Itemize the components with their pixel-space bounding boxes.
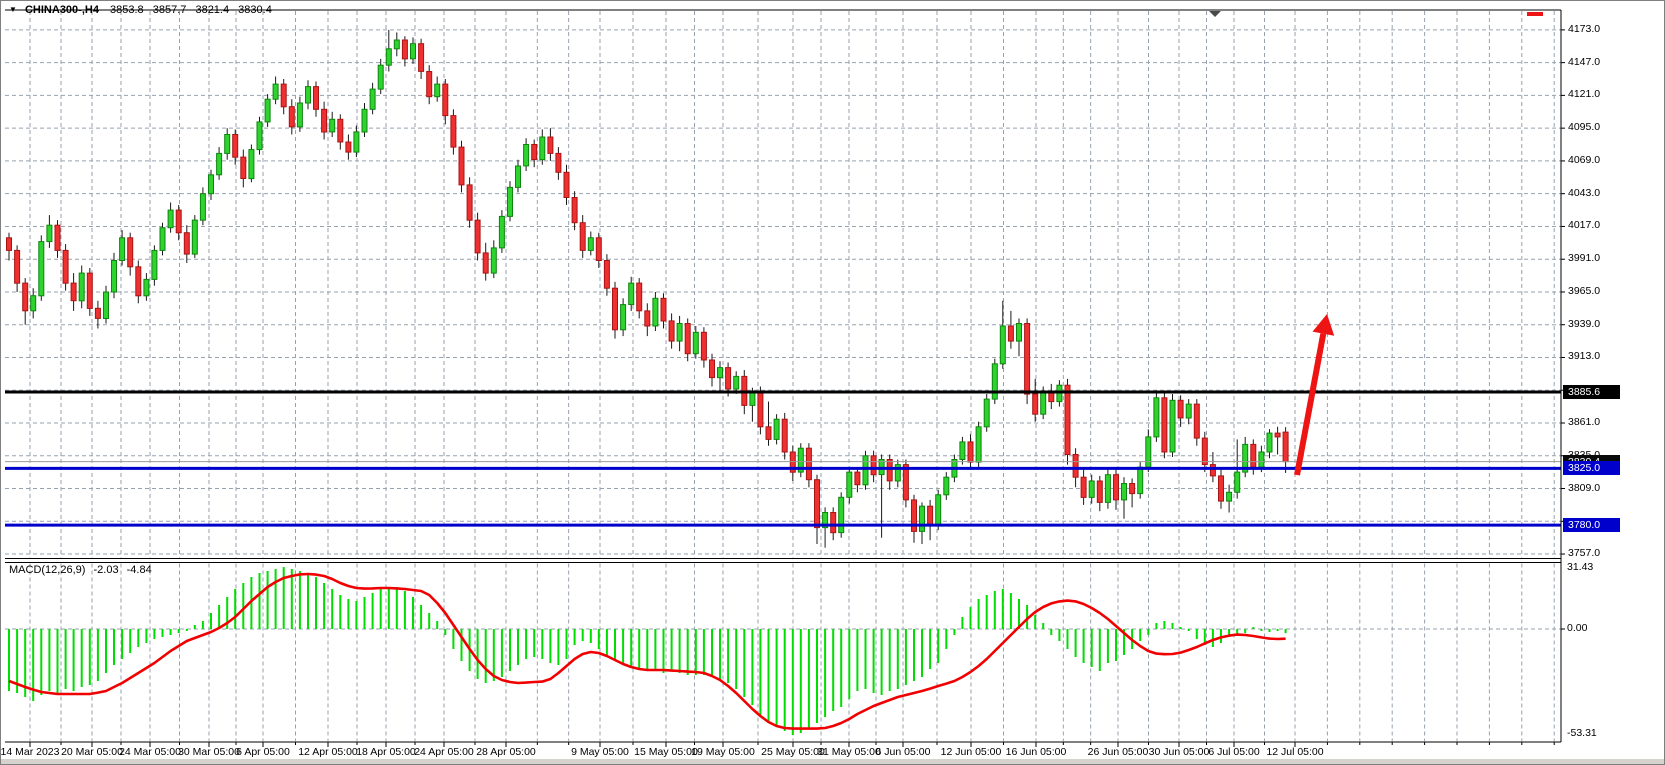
price-axis-label: 4069.0 <box>1568 154 1600 166</box>
macd-main-value: -2.03 <box>93 564 118 576</box>
time-axis-label: 12 Jul 05:00 <box>1247 746 1343 758</box>
macd-axis-max: 31.43 <box>1567 561 1593 573</box>
symbol-period-label: CHINA300-,H4 <box>25 4 99 16</box>
macd-axis-zero: 0.00 <box>1567 622 1587 634</box>
time-axis-label: 28 Apr 05:00 <box>458 746 554 758</box>
price-axis-label: 3913.0 <box>1568 350 1600 362</box>
ohlc-low-value: 3821.4 <box>195 4 229 16</box>
macd-indicator-label: MACD(12,26,9) -2.03 -4.84 <box>9 564 157 576</box>
macd-signal-value: -4.84 <box>127 564 152 576</box>
chart-title-bar: ▼ CHINA300-,H4 3853.8 3857.7 3821.4 3830… <box>9 4 278 16</box>
ohlc-open-value: 3853.8 <box>110 4 144 16</box>
candlestick-chart-canvas[interactable] <box>1 1 1665 765</box>
price-axis-label: 4095.0 <box>1568 121 1600 133</box>
macd-name: MACD(12,26,9) <box>9 564 85 576</box>
price-axis-label: 4043.0 <box>1568 187 1600 199</box>
ohlc-close-value: 3830.4 <box>238 4 272 16</box>
trading-chart-window: ▼ CHINA300-,H4 3853.8 3857.7 3821.4 3830… <box>0 0 1665 765</box>
price-axis-label: 4017.0 <box>1568 219 1600 231</box>
price-level-badge: 3825.0 <box>1563 461 1620 475</box>
macd-axis-min: -53.31 <box>1567 727 1597 739</box>
price-axis-label: 3809.0 <box>1568 482 1600 494</box>
price-level-badge: 3780.0 <box>1563 518 1620 532</box>
price-axis-label: 3965.0 <box>1568 285 1600 297</box>
price-axis-label: 3861.0 <box>1568 416 1600 428</box>
price-axis-label: 3991.0 <box>1568 252 1600 264</box>
price-axis-label: 4173.0 <box>1568 23 1600 35</box>
price-axis-label: 4147.0 <box>1568 56 1600 68</box>
ohlc-high-value: 3857.7 <box>153 4 187 16</box>
price-level-badge: 3885.6 <box>1563 385 1620 399</box>
symbol-dropdown-icon[interactable]: ▼ <box>9 5 17 14</box>
price-axis-label: 3757.0 <box>1568 547 1600 559</box>
price-axis-label: 4121.0 <box>1568 88 1600 100</box>
price-axis-label: 3939.0 <box>1568 318 1600 330</box>
